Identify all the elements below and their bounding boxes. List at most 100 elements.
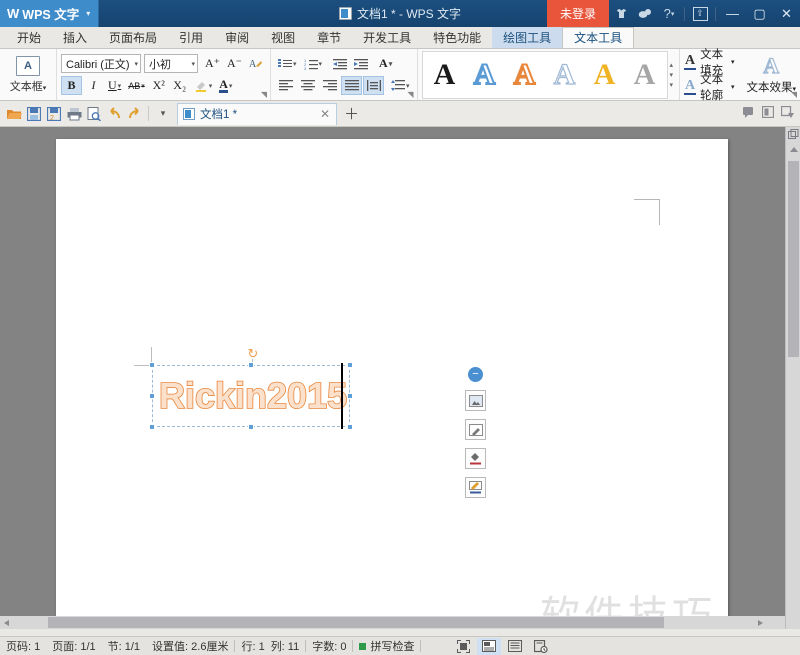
- underline-button[interactable]: U ▾: [105, 76, 124, 95]
- document-tab[interactable]: 文档1 * ✕: [177, 102, 337, 125]
- align-center-icon[interactable]: [297, 76, 318, 95]
- resize-handle-nw[interactable]: [149, 362, 155, 368]
- wordart-style-1[interactable]: A: [426, 53, 464, 97]
- tab-review[interactable]: 审阅: [214, 27, 260, 48]
- close-button[interactable]: ✕: [773, 0, 800, 27]
- text-effects-button[interactable]: A 文本效果▾: [746, 50, 796, 100]
- vertical-scrollbar[interactable]: [785, 127, 800, 629]
- resize-handle-se[interactable]: [347, 424, 353, 430]
- share-icon[interactable]: ⇪: [688, 0, 712, 27]
- wordart-style-2[interactable]: A: [466, 53, 504, 97]
- minimize-button[interactable]: —: [719, 0, 746, 27]
- scroll-right-arrow[interactable]: [758, 620, 763, 626]
- tab-start[interactable]: 开始: [6, 27, 52, 48]
- shirt-icon[interactable]: [609, 0, 633, 27]
- cloud-icon[interactable]: [633, 0, 657, 27]
- bold-button[interactable]: B: [61, 76, 82, 95]
- wordart-style-5[interactable]: A: [586, 53, 624, 97]
- shape-fill-button[interactable]: [465, 448, 486, 469]
- scroll-up-arrow[interactable]: [790, 147, 798, 152]
- text-style-dialog-launcher[interactable]: ◥: [791, 90, 797, 99]
- decrease-indent-icon[interactable]: [330, 54, 350, 73]
- status-spell-check[interactable]: 拼写检查: [353, 638, 420, 654]
- align-right-icon[interactable]: [319, 76, 340, 95]
- resize-handle-n[interactable]: [248, 362, 254, 368]
- comment-icon[interactable]: [743, 106, 755, 121]
- tab-text-tools[interactable]: 文本工具: [562, 27, 635, 48]
- picture-layout-button[interactable]: [465, 390, 486, 411]
- options-icon[interactable]: [780, 105, 794, 121]
- tab-insert[interactable]: 插入: [52, 27, 98, 48]
- grow-font-button[interactable]: A⁺: [202, 54, 223, 73]
- resize-handle-s[interactable]: [248, 424, 254, 430]
- page-view-button[interactable]: [477, 637, 502, 655]
- print-icon[interactable]: [64, 103, 84, 125]
- bullet-list-icon[interactable]: ▾: [275, 54, 300, 73]
- tab-sections[interactable]: 章节: [306, 27, 352, 48]
- strikethrough-button[interactable]: AB ▾: [125, 76, 148, 95]
- superscript-button[interactable]: X²: [149, 76, 169, 95]
- increase-indent-icon[interactable]: [351, 54, 371, 73]
- wordart-style-3[interactable]: A: [506, 53, 544, 97]
- text-outline-button[interactable]: A 文本轮廓 ▾: [684, 74, 734, 102]
- font-name-combo[interactable]: Calibri (正文) ▾: [61, 54, 141, 73]
- outline-view-button[interactable]: [503, 638, 527, 655]
- resize-handle-w[interactable]: [149, 393, 155, 399]
- gallery-more-icon[interactable]: ▾: [670, 81, 674, 89]
- help-icon[interactable]: ? ▾: [657, 0, 681, 27]
- tab-developer-tools[interactable]: 开发工具: [352, 27, 422, 48]
- new-tab-button[interactable]: ＋: [344, 103, 359, 124]
- scroll-up-icon[interactable]: ▴: [670, 61, 674, 69]
- clear-format-icon[interactable]: A: [246, 54, 266, 73]
- resize-handle-ne[interactable]: [347, 362, 353, 368]
- shape-outline-button[interactable]: [465, 477, 486, 498]
- web-view-button[interactable]: [529, 638, 553, 655]
- wordart-style-4[interactable]: A: [546, 53, 584, 97]
- shape-edit-button[interactable]: [465, 419, 486, 440]
- wordart-text[interactable]: Rickin2015: [158, 373, 348, 419]
- undo-icon[interactable]: [104, 103, 124, 125]
- close-icon[interactable]: ✕: [320, 107, 330, 121]
- text-box-button[interactable]: A 文本框▾: [4, 51, 52, 99]
- split-view-icon[interactable]: [788, 129, 799, 140]
- align-left-icon[interactable]: [275, 76, 296, 95]
- shrink-font-button[interactable]: A⁻: [224, 54, 245, 73]
- redo-icon[interactable]: [124, 103, 144, 125]
- document-page[interactable]: 软件技巧 ↻ Rickin2015 −: [56, 139, 728, 629]
- save-icon[interactable]: [24, 103, 44, 125]
- sign-in-button[interactable]: 未登录: [546, 0, 609, 27]
- italic-button[interactable]: I: [83, 76, 104, 95]
- scroll-left-arrow[interactable]: [4, 620, 9, 626]
- font-dialog-launcher[interactable]: ◥: [261, 90, 267, 99]
- numbered-list-icon[interactable]: 123 ▾: [301, 54, 326, 73]
- resize-handle-sw[interactable]: [149, 424, 155, 430]
- tab-page-layout[interactable]: 页面布局: [98, 27, 168, 48]
- status-word-count[interactable]: 字数: 0: [306, 638, 352, 654]
- print-preview-icon[interactable]: [84, 103, 104, 125]
- tab-special-features[interactable]: 特色功能: [422, 27, 492, 48]
- tab-drawing-tools[interactable]: 绘图工具: [492, 27, 563, 48]
- tab-view[interactable]: 视图: [260, 27, 306, 48]
- chevron-down-icon[interactable]: ▾: [86, 9, 90, 18]
- char-format-button[interactable]: A ▾: [376, 54, 395, 73]
- layout-options-remove-button[interactable]: −: [468, 367, 483, 382]
- scroll-down-icon[interactable]: ▾: [670, 71, 674, 79]
- font-size-combo[interactable]: 小初 ▾: [144, 54, 198, 73]
- fullscreen-view-button[interactable]: [451, 638, 475, 655]
- wordart-style-6[interactable]: A: [626, 53, 664, 97]
- maximize-button[interactable]: ▢: [746, 0, 773, 27]
- rotate-handle[interactable]: ↻: [247, 347, 259, 360]
- distribute-icon[interactable]: [363, 76, 384, 95]
- customize-qat-icon[interactable]: ▾: [153, 103, 173, 125]
- text-fill-button[interactable]: A 文本填充 ▾: [684, 49, 734, 77]
- paragraph-dialog-launcher[interactable]: ◥: [407, 90, 413, 99]
- document-workspace[interactable]: 软件技巧 ↻ Rickin2015 −: [0, 127, 800, 629]
- chevron-down-icon[interactable]: ▾: [43, 85, 47, 92]
- font-color-button[interactable]: A ▾: [216, 76, 235, 95]
- horizontal-scroll-thumb[interactable]: [48, 617, 664, 628]
- horizontal-scrollbar[interactable]: [0, 616, 785, 629]
- highlight-icon[interactable]: ▾: [191, 76, 216, 95]
- app-menu-button[interactable]: W WPS 文字 ▾: [0, 0, 100, 27]
- subscript-button[interactable]: X₂: [170, 76, 190, 95]
- resize-handle-e[interactable]: [347, 393, 353, 399]
